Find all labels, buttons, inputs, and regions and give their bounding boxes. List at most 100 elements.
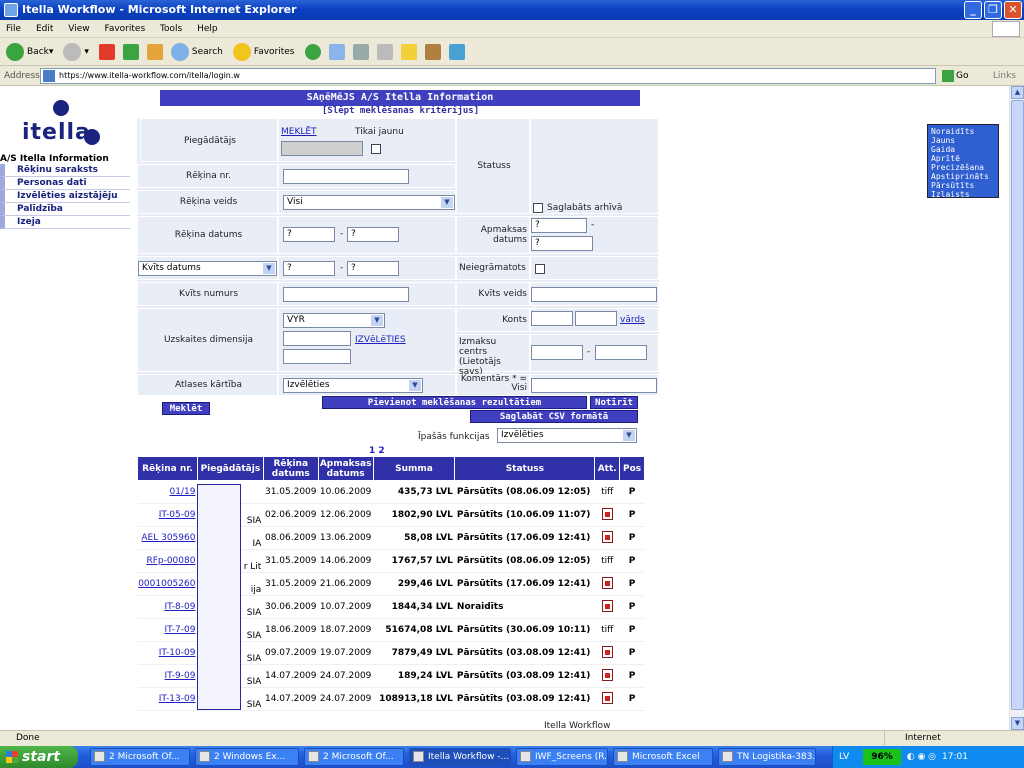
- back-button[interactable]: Back ▾: [6, 42, 53, 61]
- col-invoice-no[interactable]: Rēķina nr.: [137, 456, 198, 481]
- choose-link[interactable]: IZVēLēTIES: [355, 335, 406, 345]
- menu-help[interactable]: Help: [197, 24, 218, 34]
- folder-icon[interactable]: [400, 43, 417, 60]
- dimension-select[interactable]: VYR: [283, 313, 385, 328]
- invoice-link[interactable]: 0001005260: [138, 579, 195, 589]
- invoice-no-input[interactable]: [283, 169, 409, 184]
- cost-center-to[interactable]: [595, 345, 647, 360]
- clock[interactable]: 17:01: [942, 752, 968, 762]
- receipt-date-from[interactable]: ?: [283, 261, 335, 276]
- dimension-input[interactable]: [283, 331, 351, 346]
- menu-file[interactable]: File: [6, 24, 21, 34]
- receipt-date-to[interactable]: ?: [347, 261, 399, 276]
- nav-help[interactable]: Palīdzība: [0, 203, 130, 216]
- append-results-button[interactable]: Pievienot meklēšanas rezultātiem: [322, 396, 587, 409]
- invoice-date-from[interactable]: ?: [283, 227, 335, 242]
- title-bar[interactable]: Itella Workflow - Microsoft Internet Exp…: [0, 0, 1024, 20]
- minimize-button[interactable]: _: [964, 1, 982, 19]
- edit-icon[interactable]: [376, 43, 393, 60]
- tiff-icon[interactable]: tiff: [601, 556, 613, 566]
- battery-indicator[interactable]: 96%: [863, 749, 901, 765]
- col-status[interactable]: Statuss: [454, 456, 596, 481]
- status-option[interactable]: Apstiprināts: [931, 172, 995, 181]
- invoice-link[interactable]: IT-9-09: [164, 671, 195, 681]
- invoice-link[interactable]: IT-10-09: [159, 648, 196, 658]
- account-input-1[interactable]: [531, 311, 573, 326]
- messenger-icon[interactable]: [448, 43, 465, 60]
- nav-personal-data[interactable]: Personas dati: [0, 177, 130, 190]
- research-icon[interactable]: [424, 43, 441, 60]
- close-button[interactable]: ✕: [1004, 1, 1022, 19]
- task-excel[interactable]: Microsoft Excel: [613, 748, 713, 766]
- scroll-thumb[interactable]: [1011, 100, 1024, 710]
- col-invoice-date[interactable]: Rēķina datums: [262, 456, 319, 481]
- status-option[interactable]: Pārsūtīts: [931, 181, 995, 190]
- nav-invoice-list[interactable]: Rēķinu saraksts: [0, 164, 130, 177]
- pdf-icon[interactable]: [601, 599, 613, 612]
- task-explorer[interactable]: 2 Windows Ex...: [195, 748, 299, 766]
- order-select[interactable]: Izvēlēties: [283, 378, 423, 393]
- archive-checkbox[interactable]: [533, 203, 543, 213]
- cost-center-from[interactable]: [531, 345, 583, 360]
- status-option[interactable]: Noraidīts: [931, 127, 995, 136]
- menu-favorites[interactable]: Favorites: [104, 24, 145, 34]
- task-office-1[interactable]: 2 Microsoft Of...: [90, 748, 190, 766]
- nav-choose-substitute[interactable]: Izvēlēties aizstājēju: [0, 190, 130, 203]
- task-office-2[interactable]: 2 Microsoft Of...: [304, 748, 404, 766]
- special-functions-select[interactable]: Izvēlēties: [497, 428, 637, 443]
- pay-date-to[interactable]: ?: [531, 236, 593, 251]
- maximize-button[interactable]: ❐: [984, 1, 1002, 19]
- mail-icon[interactable]: [328, 43, 345, 60]
- pdf-icon[interactable]: [601, 645, 613, 658]
- dimension-input-2[interactable]: [283, 349, 351, 364]
- pdf-icon[interactable]: [601, 668, 613, 681]
- task-iwf-screens[interactable]: IWF_Screens (R...: [516, 748, 608, 766]
- invoice-type-select[interactable]: Visi: [283, 195, 455, 210]
- task-itella-workflow[interactable]: Itella Workflow -...: [409, 748, 511, 766]
- refresh-icon[interactable]: [122, 43, 139, 60]
- clear-button[interactable]: Notīrīt: [590, 396, 638, 409]
- name-link[interactable]: vārds: [620, 315, 645, 325]
- supplier-search-link[interactable]: MEKLĒT: [281, 127, 317, 137]
- nav-logout[interactable]: Izeja: [0, 216, 130, 229]
- comment-input[interactable]: [531, 378, 657, 393]
- status-listbox[interactable]: Noraidīts Jauns Gaida Aprītē Precizēšana…: [927, 124, 999, 199]
- vertical-scrollbar[interactable]: ▲ ▼: [1009, 86, 1024, 730]
- invoice-link[interactable]: IT-7-09: [164, 625, 195, 635]
- invoice-link[interactable]: 01/19: [170, 487, 196, 497]
- search-button[interactable]: Meklēt: [162, 402, 210, 415]
- scroll-up-icon[interactable]: ▲: [1011, 86, 1024, 99]
- status-option[interactable]: Precizēšana: [931, 163, 995, 172]
- account-input-2[interactable]: [575, 311, 617, 326]
- pagination[interactable]: 1 2: [369, 446, 385, 456]
- receipt-date-select[interactable]: Kvīts datums: [138, 261, 277, 276]
- status-option[interactable]: Aprītē: [931, 154, 995, 163]
- pdf-icon[interactable]: [601, 507, 613, 520]
- pdf-icon[interactable]: [601, 691, 613, 704]
- pay-date-from[interactable]: ?: [531, 218, 587, 233]
- invoice-date-to[interactable]: ?: [347, 227, 399, 242]
- go-button[interactable]: Go: [942, 69, 968, 83]
- menu-view[interactable]: View: [68, 24, 89, 34]
- status-option[interactable]: Gaida: [931, 145, 995, 154]
- col-pay-date[interactable]: Apmaksas datums: [317, 456, 374, 481]
- receipt-type-input[interactable]: [531, 287, 657, 302]
- tray-icons[interactable]: ◐ ◉ ◎: [907, 752, 936, 762]
- favorites-button[interactable]: Favorites: [232, 42, 295, 61]
- links-button[interactable]: Links: [993, 66, 1016, 86]
- save-csv-button[interactable]: Saglabāt CSV formātā: [470, 410, 638, 423]
- status-option[interactable]: Jauns: [931, 136, 995, 145]
- task-tn-logistika[interactable]: TN Logistika-383...: [718, 748, 816, 766]
- forward-button[interactable]: ▾: [63, 42, 89, 61]
- hide-criteria-link[interactable]: [Slēpt meklēšanas kritērijus]: [322, 106, 479, 116]
- tiff-icon[interactable]: tiff: [601, 625, 613, 635]
- col-supplier[interactable]: Piegādātājs: [196, 456, 264, 481]
- scroll-down-icon[interactable]: ▼: [1011, 717, 1024, 730]
- invoice-link[interactable]: AEL 305960: [141, 533, 195, 543]
- language-indicator[interactable]: LV: [839, 752, 849, 762]
- start-button[interactable]: start: [0, 746, 78, 768]
- status-option[interactable]: Izlaists: [931, 190, 995, 199]
- stop-icon[interactable]: [98, 43, 115, 60]
- menu-tools[interactable]: Tools: [160, 24, 182, 34]
- print-icon[interactable]: [352, 43, 369, 60]
